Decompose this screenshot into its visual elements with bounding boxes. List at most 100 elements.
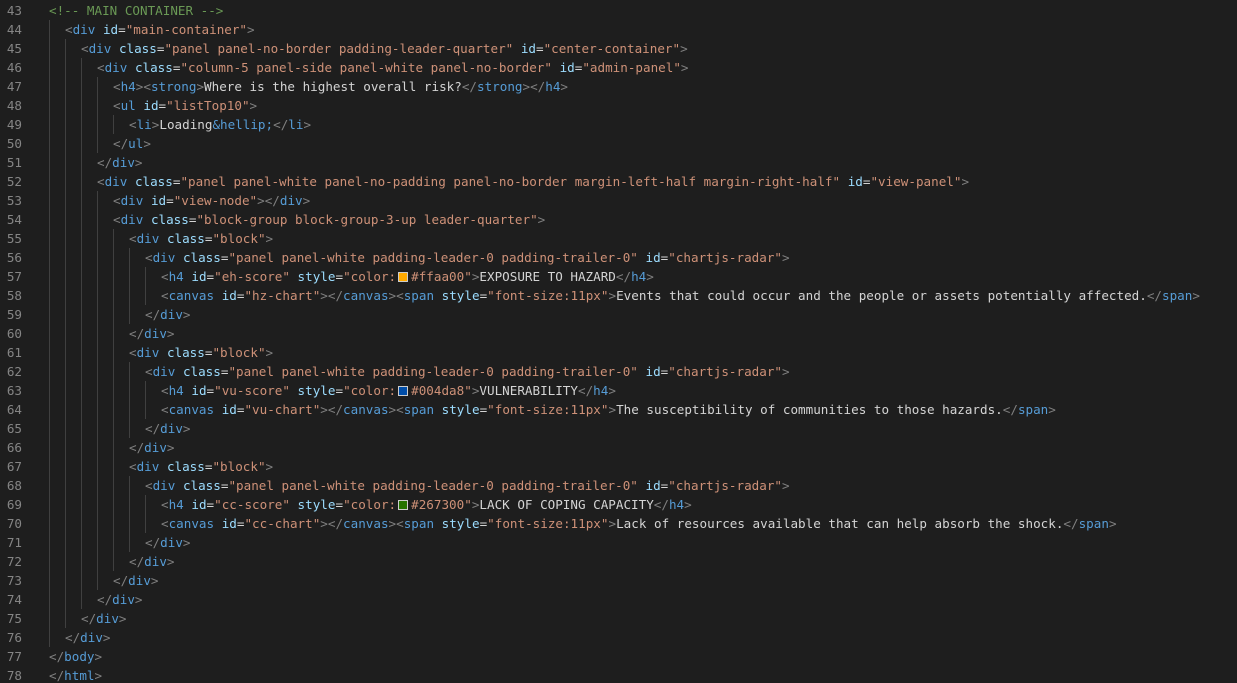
- token-punct: ><: [388, 516, 404, 531]
- code-line[interactable]: 55 <div class="block">: [0, 229, 1237, 248]
- code-line[interactable]: 44 <div id="main-container">: [0, 20, 1237, 39]
- indent-guide: [113, 381, 114, 400]
- line-number: 52: [6, 174, 22, 189]
- code-line[interactable]: 43 <!-- MAIN CONTAINER -->: [0, 1, 1237, 20]
- indent-guide: [65, 438, 66, 457]
- token-punct: >: [680, 41, 688, 56]
- token-punct: </: [113, 136, 129, 151]
- token-punct: </: [145, 307, 161, 322]
- token-punct: >: [166, 554, 175, 569]
- code-line[interactable]: 65 </div>: [0, 419, 1237, 438]
- code-line[interactable]: 56 <div class="panel panel-white padding-…: [0, 248, 1237, 267]
- code-line[interactable]: 45 <div class = "panel panel-no-border padd…: [0, 39, 1237, 58]
- code-text: <div id="main-container">: [65, 20, 255, 39]
- code-line[interactable]: 67 <div class="block">: [0, 457, 1237, 476]
- indent-guide: [113, 305, 114, 324]
- code-line[interactable]: 75 </div>: [0, 609, 1237, 628]
- code-line[interactable]: 46 <div class="column-5 panel-side panel-…: [0, 58, 1237, 77]
- indent-guide: [49, 438, 50, 457]
- code-text: <ul id="listTop10">: [113, 96, 257, 115]
- token-punct: </: [129, 554, 145, 569]
- token-str: "cc-chart": [244, 516, 321, 531]
- token-tag: div: [144, 554, 167, 569]
- token-punct: >: [182, 307, 191, 322]
- code-line[interactable]: 66 </div>: [0, 438, 1237, 457]
- token-text: The susceptibility of communities to tho…: [616, 402, 1003, 417]
- token-punct: <: [161, 383, 169, 398]
- code-line[interactable]: 68 <div class="panel panel-white padding-…: [0, 476, 1237, 495]
- code-line[interactable]: 54 <div class="block-group block-group-3-…: [0, 210, 1237, 229]
- color-swatch[interactable]: [398, 500, 409, 510]
- code-editor[interactable]: 43 <!-- MAIN CONTAINER --> 44 <div id="main…: [0, 0, 1237, 683]
- indent-guide: [81, 476, 82, 495]
- indent-guide: [145, 286, 146, 305]
- code-line[interactable]: 53 <div id="view-node"></div>: [0, 191, 1237, 210]
- token-text: =: [158, 98, 167, 113]
- code-text: </div>: [81, 609, 127, 628]
- code-line[interactable]: 77 </body>: [0, 647, 1237, 666]
- code-line[interactable]: 64 <canvas id="vu-chart"></canvas><span s…: [0, 400, 1237, 419]
- code-line[interactable]: 72 </div>: [0, 552, 1237, 571]
- indent-guide: [65, 400, 66, 419]
- code-line[interactable]: 47 <h4><strong>Where is the highest overa…: [0, 77, 1237, 96]
- code-line[interactable]: 51 </div>: [0, 153, 1237, 172]
- indent-guide: [97, 514, 98, 533]
- line-number: 74: [6, 592, 22, 607]
- code-line[interactable]: 74 </div>: [0, 590, 1237, 609]
- token-punct: </: [81, 611, 97, 626]
- line-number: 58: [6, 288, 22, 303]
- code-line[interactable]: 49 <li>Loading&hellip;</li>: [0, 115, 1237, 134]
- token-tag: div: [72, 22, 96, 37]
- token-punct: >: [134, 592, 143, 607]
- token-tag: canvas: [168, 516, 215, 531]
- code-line[interactable]: 62 <div class="panel panel-white padding-…: [0, 362, 1237, 381]
- code-line[interactable]: 61 <div class="block">: [0, 343, 1237, 362]
- token-tag: canvas: [168, 288, 215, 303]
- token-str: "column-5 panel-side panel-white panel-n…: [180, 60, 552, 75]
- code-line[interactable]: 52 <div class="panel panel-white panel-no…: [0, 172, 1237, 191]
- code-line[interactable]: 78 </html>: [0, 666, 1237, 683]
- code-line[interactable]: 71 </div>: [0, 533, 1237, 552]
- indent-guide: [97, 134, 98, 153]
- color-swatch[interactable]: [398, 272, 409, 282]
- code-line[interactable]: 60 </div>: [0, 324, 1237, 343]
- token-attr: class: [150, 212, 189, 227]
- indent-guide: [129, 419, 130, 438]
- code-line[interactable]: 50 </ul>: [0, 134, 1237, 153]
- indent-guide: [49, 457, 50, 476]
- line-number: 48: [6, 98, 22, 113]
- token-tag: ul: [128, 136, 144, 151]
- token-punct: <: [97, 174, 105, 189]
- color-swatch[interactable]: [398, 386, 409, 396]
- token-punct: <: [161, 497, 169, 512]
- code-line[interactable]: 57 <h4 id="eh-score" style="color: #ffaa00…: [0, 267, 1237, 286]
- code-line[interactable]: 76 </div>: [0, 628, 1237, 647]
- indent-guide: [81, 343, 82, 362]
- code-line[interactable]: 70 <canvas id="cc-chart"></canvas><span s…: [0, 514, 1237, 533]
- token-punct: >: [182, 421, 191, 436]
- token-tag: div: [144, 440, 167, 455]
- token-attr: style: [441, 288, 480, 303]
- code-line[interactable]: 48 <ul id="listTop10">: [0, 96, 1237, 115]
- token-tag: h4: [545, 79, 561, 94]
- indent-guide: [145, 400, 146, 419]
- token-text: =: [118, 22, 126, 37]
- code-line[interactable]: 58 <canvas id="hz-chart"></canvas><span s…: [0, 286, 1237, 305]
- code-line[interactable]: 69 <h4 id="cc-score" style="color: #267300…: [0, 495, 1237, 514]
- indent-guide: [113, 495, 114, 514]
- token-attr: style: [441, 516, 480, 531]
- token-text: =: [206, 269, 215, 284]
- token-str: "vu-score": [214, 383, 290, 398]
- token-str: "block": [212, 231, 266, 246]
- token-punct: >: [608, 402, 617, 417]
- token-text: VULNERABILITY: [479, 383, 578, 398]
- code-line[interactable]: 73 </div>: [0, 571, 1237, 590]
- code-line[interactable]: 63 <h4 id="vu-score" style="color: #004da8…: [0, 381, 1237, 400]
- indent-guide: [113, 267, 114, 286]
- code-text: </div>: [145, 533, 191, 552]
- code-line[interactable]: 59 </div>: [0, 305, 1237, 324]
- token-tag: div: [136, 231, 160, 246]
- token-tag: span: [1162, 288, 1193, 303]
- token-tag: span: [403, 288, 435, 303]
